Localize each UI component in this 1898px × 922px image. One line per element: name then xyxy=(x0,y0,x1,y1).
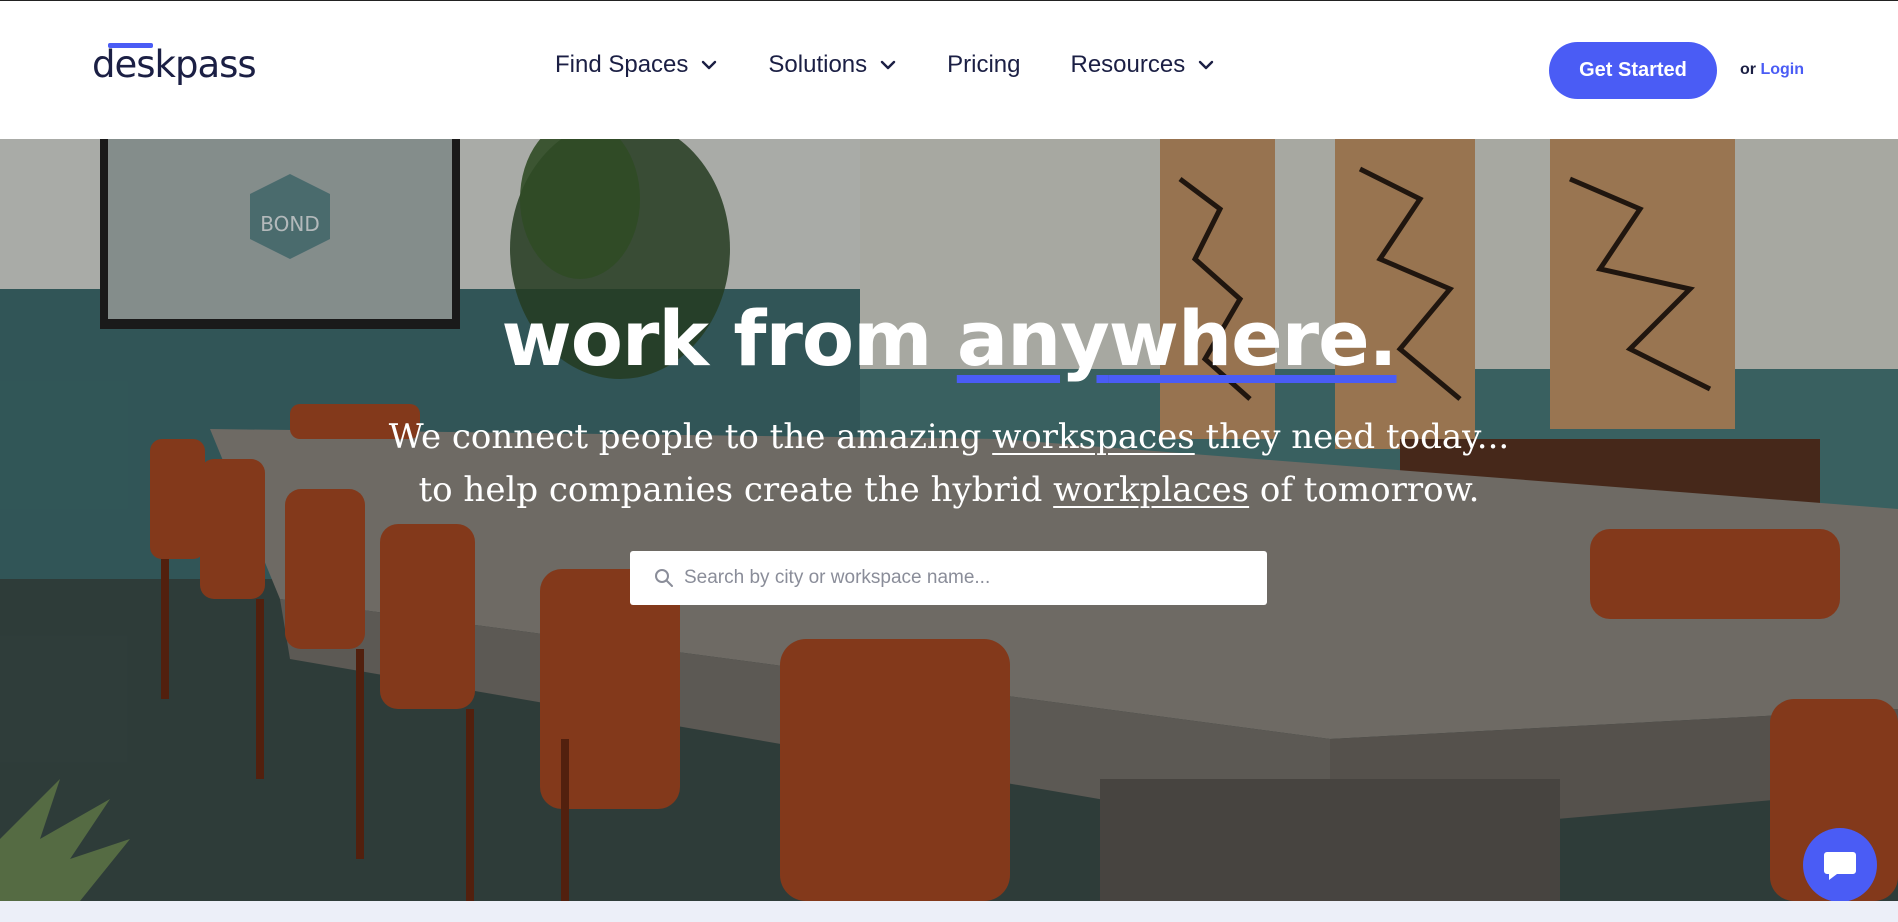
nav-pricing-label: Pricing xyxy=(947,51,1021,78)
hero-subtitle: We connect people to the amazing workspa… xyxy=(0,411,1898,517)
search-icon xyxy=(655,569,673,587)
chevron-down-icon xyxy=(702,60,717,70)
nav-pricing[interactable]: Pricing xyxy=(947,51,1020,79)
login-link[interactable]: Login xyxy=(1760,61,1804,78)
chevron-down-icon xyxy=(1199,60,1214,70)
next-section-edge xyxy=(0,901,1898,922)
nav-solutions-label: Solutions xyxy=(768,51,868,78)
main-nav: Find Spaces Solutions Pricing Resources xyxy=(555,51,1265,79)
subtitle-line1-start: We connect people to the amazing xyxy=(388,417,993,457)
hero-section: BOND work from anywhere. We connect peop… xyxy=(0,139,1898,901)
or-text: or xyxy=(1740,61,1756,78)
login-prompt: or Login xyxy=(1740,61,1804,79)
workplaces-link[interactable]: workplaces xyxy=(1053,470,1249,510)
search-input[interactable] xyxy=(684,567,1244,589)
hero-title-plain: work from xyxy=(501,294,957,383)
subtitle-line2-end: of tomorrow. xyxy=(1249,470,1480,510)
logo-text: deskpass xyxy=(92,43,257,86)
search-bar[interactable] xyxy=(630,551,1267,605)
subtitle-line1-end: they need today... xyxy=(1194,417,1510,457)
nav-solutions[interactable]: Solutions xyxy=(768,51,897,79)
site-header: deskpass Find Spaces Solutions Pricing R… xyxy=(0,1,1898,139)
subtitle-line2-start: to help companies create the hybrid xyxy=(418,470,1054,510)
get-started-button[interactable]: Get Started xyxy=(1549,42,1717,99)
hero-title-emphasis-2: where. xyxy=(1108,294,1398,383)
nav-find-spaces-label: Find Spaces xyxy=(555,51,689,78)
chevron-down-icon xyxy=(880,60,896,70)
nav-find-spaces[interactable]: Find Spaces xyxy=(555,51,718,79)
workspaces-link[interactable]: workspaces xyxy=(992,417,1195,457)
nav-resources[interactable]: Resources xyxy=(1071,51,1216,79)
chat-bubble-icon xyxy=(1824,852,1856,880)
chat-button[interactable] xyxy=(1803,828,1877,901)
nav-resources-label: Resources xyxy=(1070,51,1186,78)
hero-overlay xyxy=(0,139,1898,901)
hero-title-emphasis-1: any xyxy=(956,294,1110,383)
hero-title: work from anywhere. xyxy=(0,294,1898,383)
